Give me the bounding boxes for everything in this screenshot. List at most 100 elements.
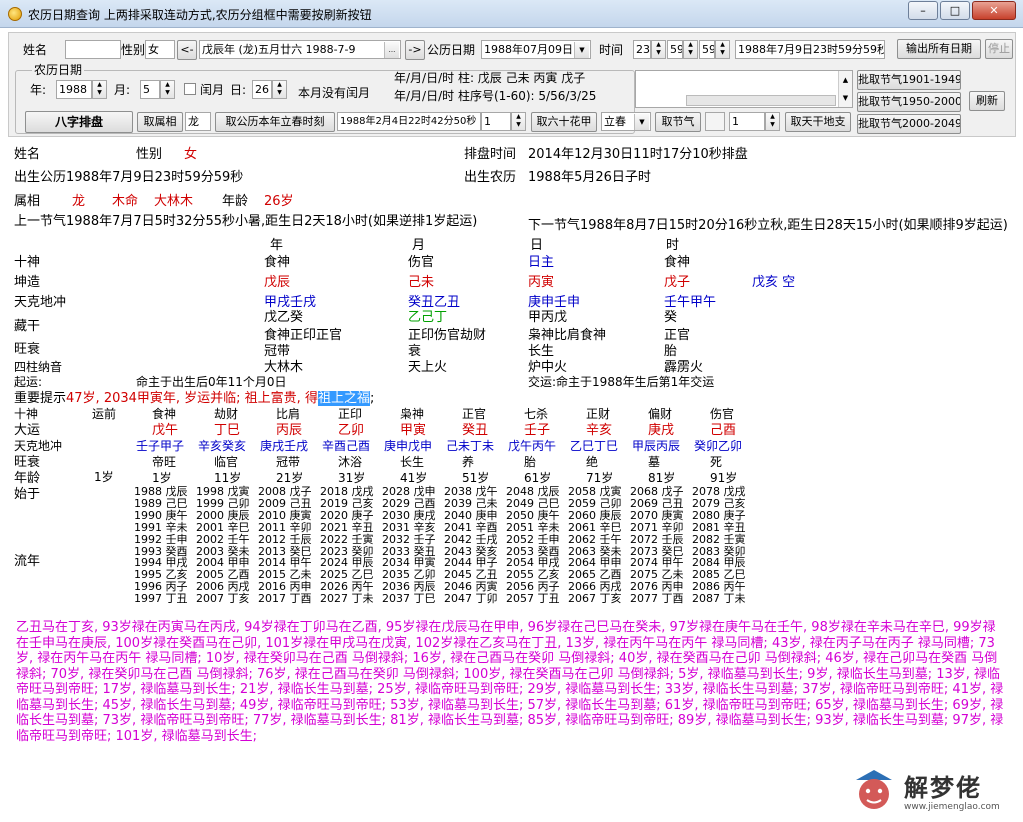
bazi-result-panel: 姓名 性别 女 排盘时间 2014年12月30日11时17分10秒排盘 出生公历…: [14, 142, 1014, 612]
row-label: 四柱纳音: [14, 360, 63, 374]
minute-input[interactable]: 59: [667, 40, 683, 59]
kechong-year: 甲戌壬戌: [264, 295, 317, 310]
time-label: 时间: [599, 43, 624, 57]
dayun-ws: 养: [462, 455, 475, 469]
prev-day-button[interactable]: <-: [177, 40, 197, 60]
canggan-shishen-year: 食神正印正官: [264, 328, 343, 343]
horizontal-scrollbar[interactable]: [686, 95, 836, 106]
bazi-chart-button[interactable]: 八字排盘: [25, 111, 133, 133]
second-input[interactable]: 59: [699, 40, 715, 59]
hint-line: 重要提示47岁, 2034甲寅年, 岁运并临; 祖上富贵, 得祖上之福;: [14, 391, 374, 406]
datetime-display: 1988年7月9日23时59分59秒: [735, 40, 885, 59]
dayun-gz: 甲寅: [400, 423, 427, 438]
leap-month-checkbox[interactable]: [184, 83, 196, 95]
canggan-shishen-day: 枭神比肩食神: [528, 328, 607, 343]
next-day-button[interactable]: ->: [405, 40, 425, 60]
dy-label: 十神: [14, 407, 39, 421]
dy-first-age: 1岁: [94, 470, 114, 484]
nayin-year: 大林木: [264, 360, 304, 375]
lunar-day-spinner[interactable]: ▲ ▼: [272, 80, 287, 99]
chevron-down-icon[interactable]: ▼: [634, 114, 649, 130]
lunar-year-spinner[interactable]: ▲ ▼: [92, 80, 107, 99]
lunar-month-input[interactable]: 5: [140, 80, 160, 99]
leap-month-label: 闰月: [200, 83, 225, 97]
batch-jieqi-1950-button[interactable]: 批取节气1950-2000: [857, 92, 961, 112]
dayun-kc: 癸卯乙卯: [694, 439, 743, 453]
title-bar: 农历日期查询 上两排采取连动方式,农历分组框中需要按刷新按钮 – □ ✕: [0, 0, 1023, 28]
dayun-ss: 七杀: [524, 407, 549, 421]
dayun-ws: 临官: [214, 455, 239, 469]
refresh-button[interactable]: 刷新: [969, 91, 1005, 111]
pillar-header: 日: [530, 238, 544, 253]
lunar-day-input[interactable]: 26: [252, 80, 272, 99]
get-zodiac-button[interactable]: 取属相: [137, 112, 183, 132]
jieqi-select[interactable]: 立春 ▼: [601, 112, 651, 131]
wangshuai-month: 衰: [408, 344, 422, 359]
lunar-date-combo[interactable]: 戊辰年 (龙)五月廿六 1988-7-9...: [199, 40, 401, 59]
name-label: 姓名: [23, 43, 48, 57]
ellipsis-icon[interactable]: ...: [384, 42, 399, 58]
month-label: 月:: [114, 83, 131, 97]
chevron-down-icon[interactable]: ▼: [574, 42, 589, 58]
dayun-age: 31岁: [338, 471, 366, 485]
dayun-ws: 胎: [524, 455, 537, 469]
minimize-button[interactable]: –: [908, 1, 938, 20]
ming: 木命: [112, 194, 139, 209]
birth-lunar: 1988年5月26日子时: [528, 170, 651, 185]
lichun-output: 1988年2月4日22时42分50秒: [337, 112, 481, 131]
kechong-day: 庚申壬申: [528, 295, 581, 310]
liunian-column: 1998 戊寅 1999 己卯 2000 庚辰 2001 辛巳 2002 壬午 …: [196, 485, 250, 606]
dayun-ws: 长生: [400, 455, 425, 469]
batch-jieqi-1901-button[interactable]: 批取节气1901-1949: [857, 70, 961, 90]
dayun-ss: 正财: [586, 407, 611, 421]
canggan-shishen-hour: 正官: [664, 328, 691, 343]
wangshuai-day: 长生: [528, 344, 555, 359]
solar-date-picker[interactable]: 1988年07月09日 ▼: [481, 40, 591, 59]
canggan-day: 甲丙戊: [528, 310, 568, 325]
wangshuai-year: 冠带: [264, 344, 291, 359]
listbox-scrollbar[interactable]: ▲ ▼: [838, 71, 852, 107]
canggan-shishen-month: 正印伤官劫财: [408, 328, 487, 343]
lunar-month-spinner[interactable]: ▲ ▼: [160, 80, 175, 99]
dayun-ws: 沐浴: [338, 455, 363, 469]
batch-jieqi-2000-button[interactable]: 批取节气2000-2049: [857, 114, 961, 134]
hour-spinner[interactable]: ▲ ▼: [651, 40, 666, 59]
ganzhi-input[interactable]: 1: [729, 112, 765, 131]
get-ganzhi-button[interactable]: 取天干地支: [785, 112, 851, 132]
get-jiazi-button[interactable]: 取六十花甲: [531, 112, 597, 132]
age-label: 年龄: [222, 194, 249, 209]
hour-input[interactable]: 23: [633, 40, 651, 59]
jieqi-listbox[interactable]: ▲ ▼: [635, 70, 853, 108]
get-lichun-button[interactable]: 取公历本年立春时刻: [215, 112, 335, 132]
dayun-kc: 甲辰丙辰: [632, 439, 681, 453]
name-input[interactable]: [65, 40, 121, 59]
hint-end: ;: [369, 391, 375, 406]
minute-spinner[interactable]: ▲ ▼: [683, 40, 698, 59]
logo-url: www.jiemenglao.com: [904, 802, 1000, 812]
dayun-kc: 辛亥癸亥: [198, 439, 247, 453]
leap-status-text: 本月没有闰月: [298, 86, 371, 100]
row-label: 十神: [14, 255, 41, 270]
lunar-year-input[interactable]: 1988: [56, 80, 92, 99]
maximize-button[interactable]: □: [940, 1, 970, 20]
gender-label: 性别: [121, 43, 146, 57]
jiazi-spinner[interactable]: ▲ ▼: [511, 112, 526, 131]
output-all-dates-button[interactable]: 输出所有日期: [897, 39, 981, 59]
dayun-ss: 伤官: [710, 407, 735, 421]
stop-button[interactable]: 停止: [985, 39, 1013, 59]
ganzhi-spinner[interactable]: ▲ ▼: [765, 112, 780, 131]
pillar-header: 年: [270, 238, 284, 253]
gender-input[interactable]: 女: [145, 40, 175, 59]
zodiac-output: 龙: [185, 112, 211, 131]
jiazi-input[interactable]: 1: [481, 112, 511, 131]
zodiac: 龙: [72, 194, 86, 209]
row-label: 旺衰: [14, 342, 41, 357]
dayun-age: 71岁: [586, 471, 614, 485]
close-button[interactable]: ✕: [972, 1, 1016, 20]
hint-selected[interactable]: 祖上之福: [317, 391, 370, 406]
nayin: 大林木: [154, 194, 194, 209]
dayun-ss: 食神: [152, 407, 177, 421]
second-spinner[interactable]: ▲ ▼: [715, 40, 730, 59]
get-jieqi-button[interactable]: 取节气: [655, 112, 701, 132]
dayun-ss: 偏财: [648, 407, 673, 421]
